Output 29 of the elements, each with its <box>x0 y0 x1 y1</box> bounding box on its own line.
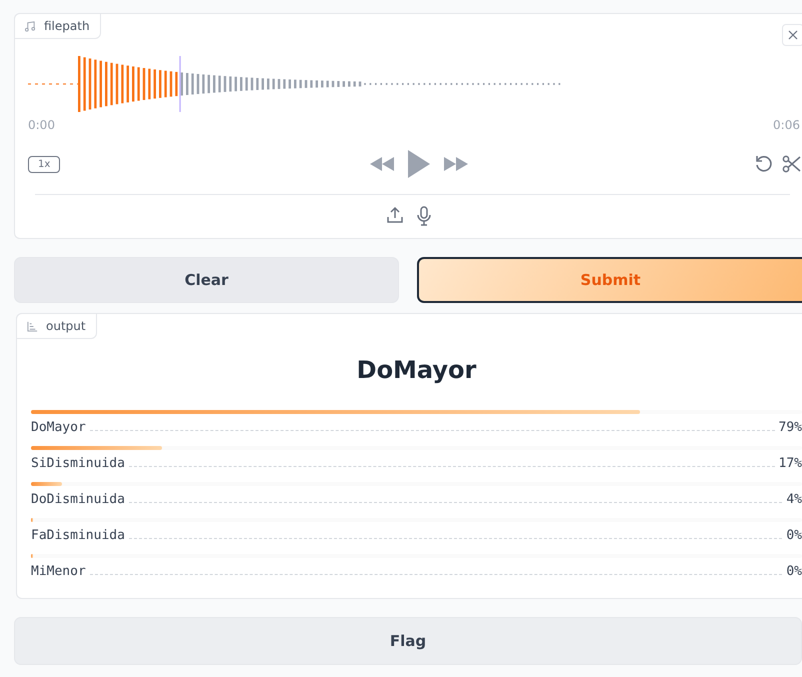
play-icon[interactable] <box>407 149 432 179</box>
close-button[interactable] <box>782 24 802 46</box>
predicted-label: DoMayor <box>356 356 478 384</box>
class-name: DoDisminuida <box>31 492 125 507</box>
music-note-icon <box>25 20 36 32</box>
chart-icon <box>27 320 38 332</box>
fast-forward-icon[interactable] <box>443 156 470 172</box>
class-name: SiDisminuida <box>31 456 125 471</box>
confidence-value: 4% <box>786 492 802 507</box>
rewind-icon[interactable] <box>369 156 396 172</box>
label-text: filepath <box>44 19 90 33</box>
microphone-icon[interactable] <box>416 206 432 226</box>
class-name: FaDisminuida <box>31 528 125 543</box>
duration-time: 0:06 <box>773 118 800 132</box>
class-name: DoMayor <box>31 420 86 435</box>
speed-button[interactable]: 1x <box>28 156 60 172</box>
upload-icon[interactable] <box>386 206 404 224</box>
close-icon <box>788 30 798 40</box>
current-time: 0:00 <box>28 118 55 132</box>
undo-icon[interactable] <box>754 154 774 174</box>
label-text: output <box>46 319 86 333</box>
class-name: MiMenor <box>31 564 86 579</box>
confidence-value: 17% <box>778 456 802 471</box>
flag-button[interactable]: Flag <box>14 617 802 665</box>
confidence-value: 0% <box>786 564 802 579</box>
confidence-value: 79% <box>778 420 802 435</box>
confidence-value: 0% <box>786 528 802 543</box>
scissors-icon[interactable] <box>782 154 802 174</box>
clear-button[interactable]: Clear <box>14 257 399 303</box>
